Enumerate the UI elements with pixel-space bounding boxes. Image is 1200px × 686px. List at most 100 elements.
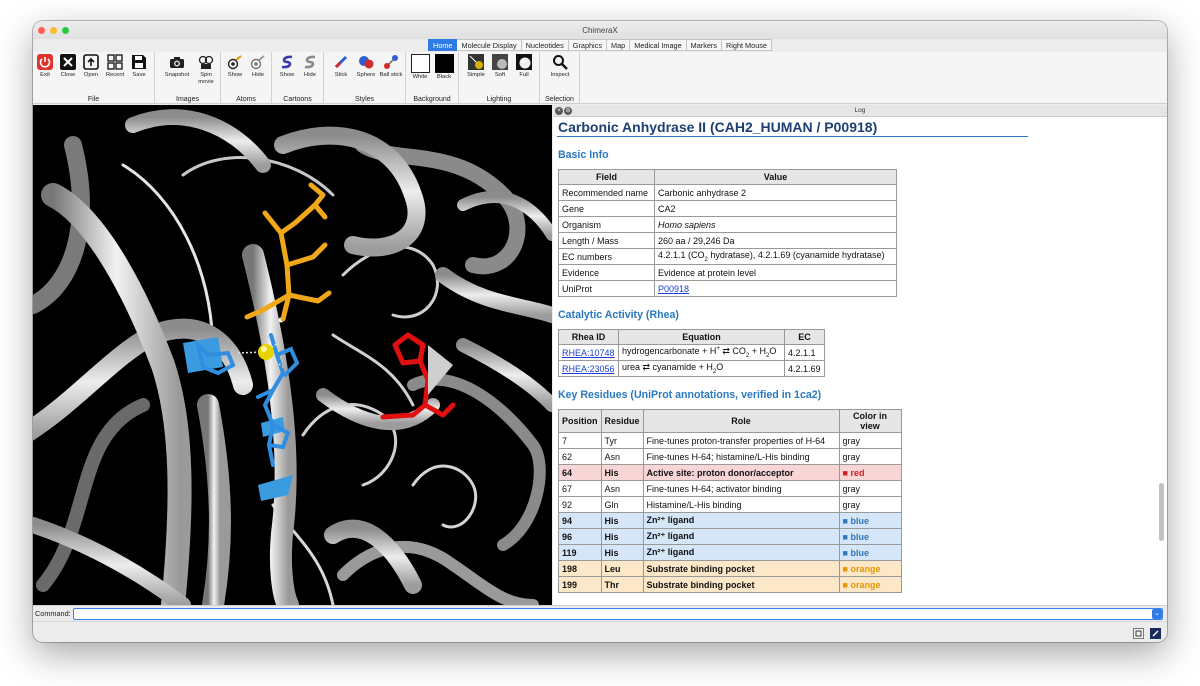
black-background-button[interactable]: Black — [433, 54, 455, 81]
rhea-id-cell: RHEA:10748 — [558, 344, 619, 361]
position-cell: 94 — [558, 512, 602, 529]
zoom-window-button[interactable] — [62, 27, 69, 34]
cartoon-hide-label: Hide — [304, 72, 316, 78]
rhea-link[interactable]: RHEA:10748 — [562, 348, 615, 358]
command-input[interactable] — [73, 608, 1163, 620]
log-title: Carbonic Anhydrase II (CAH2_HUMAN / P009… — [557, 118, 1028, 137]
tab-nucleotides[interactable]: Nucleotides — [521, 39, 569, 51]
simple-lighting-icon — [468, 54, 484, 70]
tab-home[interactable]: Home — [428, 39, 458, 51]
role-cell: Substrate binding pocket — [642, 560, 840, 577]
soft-lighting-label: Soft — [494, 72, 506, 78]
stick-button[interactable]: Stick — [329, 54, 353, 79]
ball-stick-icon — [383, 54, 399, 70]
tab-graphics[interactable]: Graphics — [568, 39, 607, 51]
soft-lighting-button[interactable]: Soft — [488, 54, 512, 79]
simple-lighting-button[interactable]: Simple — [464, 54, 488, 79]
tab-medical-image[interactable]: Medical Image — [630, 39, 687, 51]
command-label: Command: — [35, 609, 71, 618]
table-row: 67 Asn Fine-tunes H-64; activator binding g… — [558, 480, 902, 497]
full-lighting-button[interactable]: Full — [512, 54, 536, 79]
tab-molecule-display[interactable]: Molecule Display — [457, 39, 522, 51]
graphics-viewport[interactable] — [33, 105, 552, 605]
column-header: Role — [642, 409, 840, 433]
field-cell: Gene — [558, 200, 655, 217]
key-residues-table: Position Residue Role Color in view 7 Tyr Fin… — [558, 409, 902, 593]
position-cell: 62 — [558, 448, 602, 465]
atoms-hide-icon — [250, 54, 266, 70]
open-button[interactable]: Open — [79, 54, 103, 79]
equation-text: + H — [749, 346, 766, 357]
recent-button[interactable]: Recent — [103, 54, 127, 79]
key-residues-heading: Key Residues (UniProt annotations, verif… — [558, 389, 822, 401]
position-cell: 119 — [558, 544, 602, 561]
group-atoms: Show Hide Atoms — [221, 52, 272, 104]
group-selection: Inspect Selection — [540, 52, 580, 104]
equation-cell: hydrogencarbonate + H+ ⇄ CO2 + H2O — [618, 344, 785, 361]
open-icon — [83, 54, 99, 70]
python-shell-icon[interactable] — [1150, 626, 1161, 639]
close-window-button[interactable] — [38, 27, 45, 34]
sphere-button[interactable]: Sphere — [354, 54, 378, 79]
inspect-button[interactable]: Inspect — [548, 54, 572, 79]
uniprot-link[interactable]: P00918 — [658, 284, 689, 294]
tab-markers[interactable]: Markers — [686, 39, 722, 51]
log-close-icon[interactable]: × — [555, 107, 563, 115]
value-cell: P00918 — [654, 280, 897, 297]
exit-button[interactable]: Exit — [33, 54, 57, 79]
spin-movie-button[interactable]: Spin movie — [193, 54, 219, 85]
log-scrollbar[interactable] — [1158, 119, 1165, 603]
group-file: Exit Close Open Recent Save File — [33, 52, 155, 104]
field-cell: Length / Mass — [558, 232, 655, 249]
group-background: White Black Background — [406, 52, 459, 104]
log-scrollbar-thumb[interactable] — [1159, 483, 1164, 541]
role-cell: Substrate binding pocket — [642, 576, 840, 593]
close-button[interactable]: Close — [56, 54, 80, 79]
value-cell: 260 aa / 29,246 Da — [654, 232, 897, 249]
camera-icon — [169, 54, 185, 70]
save-icon — [131, 54, 147, 70]
group-label-background: Background — [413, 96, 451, 103]
basic-info-heading: Basic Info — [558, 149, 609, 161]
table-row: 199 Thr Substrate binding pocket ■ orange — [558, 576, 902, 593]
position-cell: 198 — [558, 560, 602, 577]
column-header: Rhea ID — [558, 329, 619, 345]
position-cell: 199 — [558, 576, 602, 593]
log-content: Carbonic Anhydrase II (CAH2_HUMAN / P009… — [556, 118, 1154, 605]
tab-map[interactable]: Map — [606, 39, 631, 51]
role-cell: Histamine/L-His binding — [642, 496, 840, 513]
selection-mode-icon[interactable] — [1133, 626, 1144, 639]
sphere-icon — [358, 54, 374, 70]
rhea-link[interactable]: RHEA:23056 — [562, 364, 615, 374]
toolbar-ribbon: Exit Close Open Recent Save File Snapsho… — [33, 52, 1167, 104]
sphere-label: Sphere — [356, 72, 376, 78]
column-header: Value — [654, 169, 897, 185]
chevron-down-icon[interactable]: ⌄ — [1152, 609, 1162, 619]
column-header: EC — [784, 329, 825, 345]
field-cell: Recommended name — [558, 184, 655, 201]
black-background-label: Black — [436, 74, 452, 80]
ribbon-tabs: Home Molecule Display Nucleotides Graphics M… — [33, 39, 1167, 52]
atoms-hide-button[interactable]: Hide — [246, 54, 270, 79]
position-cell: 67 — [558, 480, 602, 497]
minimize-window-button[interactable] — [50, 27, 57, 34]
group-label-cartoons: Cartoons — [283, 96, 312, 103]
save-button[interactable]: Save — [127, 54, 151, 79]
value-cell: 4.2.1.1 (CO2 hydratase), 4.2.1.69 (cyana… — [654, 248, 897, 265]
ball-stick-button[interactable]: Ball stick — [379, 54, 403, 79]
snapshot-button[interactable]: Snapshot — [163, 54, 191, 79]
cartoon-hide-button[interactable]: Hide — [298, 54, 322, 79]
cartoon-show-button[interactable]: Show — [275, 54, 299, 79]
log-panel: × ⊖ Log Carbonic Anhydrase II (CAH2_HUMA… — [553, 105, 1167, 605]
atoms-show-icon — [227, 54, 243, 70]
log-float-icon[interactable]: ⊖ — [564, 107, 572, 115]
stick-label: Stick — [334, 72, 348, 78]
white-background-button[interactable]: White — [409, 54, 431, 81]
atoms-show-button[interactable]: Show — [223, 54, 247, 79]
command-bar: Command: ⌄ — [33, 605, 1167, 621]
group-lighting: Simple Soft Full Lighting — [459, 52, 540, 104]
tab-right-mouse[interactable]: Right Mouse — [722, 39, 772, 51]
column-header: Residue — [600, 409, 644, 433]
table-row: UniProt P00918 — [558, 280, 897, 297]
log-panel-title: Log — [854, 107, 866, 114]
